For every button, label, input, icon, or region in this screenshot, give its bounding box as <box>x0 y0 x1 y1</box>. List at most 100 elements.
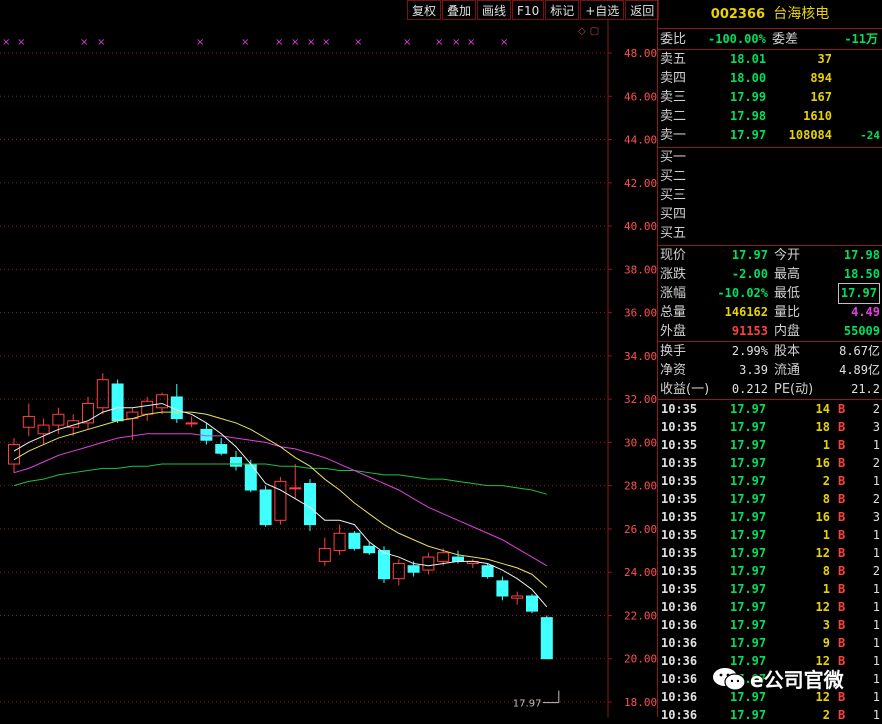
y-tick-label: 34.00 <box>624 350 657 363</box>
event-marker[interactable]: × <box>307 37 315 48</box>
event-marker[interactable]: × <box>354 37 362 48</box>
candle-body-down[interactable] <box>200 428 213 441</box>
event-marker[interactable]: × <box>291 37 299 48</box>
window-icon[interactable]: ▢ <box>590 26 599 37</box>
mark-button[interactable]: 标记 <box>545 0 580 20</box>
event-marker[interactable]: × <box>403 37 411 48</box>
bid-row[interactable]: 买五 <box>658 224 882 243</box>
ask-row[interactable]: 卖二 17.98 1610 <box>658 107 882 126</box>
candle-body-up[interactable] <box>96 379 109 409</box>
ask-row[interactable]: 卖五 18.01 37 <box>658 50 882 69</box>
event-marker[interactable]: × <box>2 37 10 48</box>
candle-body-up[interactable] <box>82 402 94 424</box>
tick-row[interactable]: 10:35 17.97 2 B 1 <box>658 472 882 490</box>
ask-row[interactable]: 卖一 17.97 108084 -24 <box>658 126 882 145</box>
tick-row[interactable]: 10:35 17.97 14 B 2 <box>658 400 882 418</box>
tick-row[interactable]: 10:35 17.97 8 B 2 <box>658 490 882 508</box>
event-marker[interactable]: × <box>241 37 249 48</box>
tick-side: B <box>838 402 846 416</box>
candle-body-up[interactable] <box>185 422 198 425</box>
candle-body-down[interactable] <box>348 532 361 549</box>
candle-body-down[interactable] <box>452 556 464 562</box>
event-marker[interactable]: × <box>435 37 443 48</box>
ask-volume: 167 <box>810 90 832 104</box>
event-marker[interactable]: × <box>196 37 204 48</box>
ask-row[interactable]: 卖四 18.00 894 <box>658 69 882 88</box>
quote-value: 17.97 <box>837 283 880 304</box>
tick-row[interactable]: 10:35 17.97 1 B 1 <box>658 436 882 454</box>
tick-time: 10:35 <box>661 528 698 542</box>
tick-price: 17.97 <box>730 636 767 650</box>
tick-row[interactable]: 10:36 17.97 3 B 1 <box>658 616 882 634</box>
candle-body-up[interactable] <box>141 400 154 415</box>
overlay-button[interactable]: 叠加 <box>442 0 477 20</box>
tick-row[interactable]: 10:36 17.97 2 B 1 <box>658 706 882 724</box>
event-marker[interactable]: × <box>500 37 508 48</box>
tick-row[interactable]: 10:35 17.97 12 B 1 <box>658 544 882 562</box>
candle-body-up[interactable] <box>333 532 346 552</box>
quote-label: 现价 <box>660 248 687 263</box>
candle-body-down[interactable] <box>526 595 538 612</box>
candle-body-down[interactable] <box>496 580 509 597</box>
candle-body-up[interactable] <box>37 424 50 435</box>
event-marker[interactable]: × <box>275 37 283 48</box>
back-button[interactable]: 返回 <box>625 0 660 20</box>
bid-label: 买二 <box>660 169 687 184</box>
draw-line-button[interactable]: 画线 <box>477 0 512 20</box>
candle-body-up[interactable] <box>274 480 287 521</box>
tick-row[interactable]: 10:35 17.97 16 B 2 <box>658 454 882 472</box>
candle-body-down[interactable] <box>407 565 420 573</box>
candle-body-down[interactable] <box>244 463 257 491</box>
candle-body-down[interactable] <box>230 457 242 467</box>
candle-body-up[interactable] <box>511 595 524 599</box>
tick-price: 17.97 <box>730 600 767 614</box>
candle-body-up[interactable] <box>318 547 331 562</box>
tick-row[interactable]: 10:35 17.97 18 B 3 <box>658 418 882 436</box>
candle-body-up[interactable] <box>422 556 435 571</box>
tick-count: 1 <box>872 690 880 704</box>
tick-row[interactable]: 10:35 17.97 8 B 2 <box>658 562 882 580</box>
tick-volume: 8 <box>822 564 830 578</box>
candle-body-up[interactable] <box>52 413 65 426</box>
tick-row[interactable]: 10:35 17.97 16 B 3 <box>658 508 882 526</box>
bid-row[interactable]: 买二 <box>658 167 882 186</box>
event-marker[interactable]: × <box>452 37 460 48</box>
event-marker[interactable]: × <box>467 37 475 48</box>
candle-body-up[interactable] <box>392 563 405 580</box>
candle-body-down[interactable] <box>215 444 228 454</box>
event-marker[interactable]: × <box>80 37 88 48</box>
tick-row[interactable]: 10:36 17.97 9 B 1 <box>658 634 882 652</box>
diamond-icon[interactable]: ◇ <box>578 26 586 37</box>
tick-row[interactable]: 10:36 17.97 12 B 1 <box>658 598 882 616</box>
event-marker[interactable]: × <box>97 37 105 48</box>
bid-row[interactable]: 买三 <box>658 186 882 205</box>
candle-body-down[interactable] <box>540 617 553 660</box>
candle-body-down[interactable] <box>378 550 390 580</box>
event-marker[interactable]: × <box>322 37 330 48</box>
candle-body-up[interactable] <box>289 487 302 490</box>
candle-body-up[interactable] <box>8 444 20 465</box>
ask-row[interactable]: 卖三 17.99 167 <box>658 88 882 107</box>
candle-body-down[interactable] <box>304 483 316 526</box>
tick-row[interactable]: 10:35 17.97 1 B 1 <box>658 580 882 598</box>
f10-button[interactable]: F10 <box>512 0 545 20</box>
tick-count: 2 <box>872 402 880 416</box>
candle-body-up[interactable] <box>437 552 450 562</box>
restore-rights-button[interactable]: 复权 <box>407 0 442 20</box>
candle-body-up[interactable] <box>22 415 35 428</box>
ask-price: 18.00 <box>730 71 767 85</box>
candle-body-down[interactable] <box>363 545 376 554</box>
bid-row[interactable]: 买一 <box>658 148 882 167</box>
bid-row[interactable]: 买四 <box>658 205 882 224</box>
candlestick-chart[interactable]: 48.00 46.00 44.00 42.00 40.00 38.00 36.00 34.00… <box>0 0 657 717</box>
tick-count: 2 <box>872 456 880 470</box>
y-tick-label: 40.00 <box>624 220 657 233</box>
candle-body-up[interactable] <box>156 394 168 409</box>
tick-row[interactable]: 10:35 17.97 1 B 1 <box>658 526 882 544</box>
candle-body-down[interactable] <box>481 565 494 578</box>
chart-toolbar: 复权 叠加 画线 F10 标记 +自选 返回 <box>406 0 660 22</box>
candle-body-down[interactable] <box>111 383 124 422</box>
event-marker[interactable]: × <box>17 37 25 48</box>
candle-body-down[interactable] <box>259 489 272 526</box>
add-watchlist-button[interactable]: +自选 <box>580 0 625 20</box>
